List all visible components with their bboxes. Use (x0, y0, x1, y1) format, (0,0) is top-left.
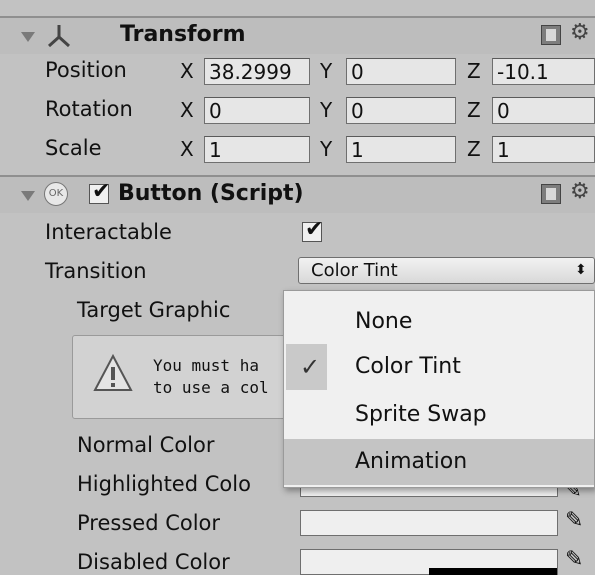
disabled-color-field[interactable] (300, 549, 558, 575)
position-label: Position (45, 58, 127, 82)
axis-z-label[interactable]: Z (467, 137, 481, 161)
axis-z-label[interactable]: Z (467, 98, 481, 122)
eyedropper-icon[interactable]: ✎ (565, 508, 583, 533)
button-script-header[interactable]: OK ✔ Button (Script) ⚙ (0, 175, 595, 213)
transform-header[interactable]: Transform ⚙ (0, 16, 595, 54)
button-script-title: Button (Script) (118, 181, 304, 206)
component-enabled-checkbox[interactable]: ✔ (89, 179, 110, 204)
rotation-x-field[interactable]: 0 (204, 97, 310, 124)
foldout-arrow-icon[interactable] (21, 32, 35, 42)
rotation-y-field[interactable]: 0 (346, 97, 456, 124)
warning-icon (93, 354, 133, 391)
menu-item-none[interactable]: None (284, 299, 594, 345)
dropdown-arrows-icon: ⬍ (575, 262, 587, 278)
eyedropper-icon[interactable]: ✎ (565, 547, 583, 572)
position-x-field[interactable]: 38.2999 (204, 58, 310, 85)
scale-label: Scale (45, 136, 102, 160)
help-book-icon[interactable] (541, 25, 561, 45)
help-text-line2: to use a col (153, 378, 269, 397)
axis-y-label[interactable]: Y (320, 59, 332, 83)
highlighted-color-label: Highlighted Colo (77, 472, 251, 496)
checkmark-icon: ✔ (305, 217, 324, 242)
axis-y-label[interactable]: Y (320, 137, 332, 161)
transition-menu: None ✓ Color Tint Sprite Swap Animation (283, 290, 595, 488)
transition-dropdown[interactable]: Color Tint ⬍ (298, 257, 595, 284)
menu-item-animation[interactable]: Animation (284, 439, 594, 485)
foldout-arrow-icon[interactable] (21, 191, 35, 201)
help-text-line1: You must ha (153, 356, 259, 375)
checkmark-icon: ✓ (300, 353, 321, 381)
interactable-label: Interactable (45, 220, 172, 244)
pressed-color-label: Pressed Color (77, 511, 221, 535)
ok-button-icon: OK (44, 182, 68, 206)
scale-x-field[interactable]: 1 (204, 136, 310, 163)
menu-item-sprite-swap[interactable]: Sprite Swap (284, 392, 594, 438)
help-book-icon[interactable] (541, 184, 561, 204)
disabled-color-label: Disabled Color (77, 550, 230, 574)
transition-label: Transition (45, 259, 147, 283)
help-box: You must ha to use a col (72, 335, 304, 419)
interactable-checkbox[interactable]: ✔ (302, 217, 323, 242)
position-y-field[interactable]: 0 (346, 58, 456, 85)
rotation-label: Rotation (45, 97, 133, 121)
normal-color-label: Normal Color (77, 433, 215, 457)
transform-title: Transform (120, 22, 246, 47)
axis-z-label[interactable]: Z (467, 59, 481, 83)
menu-item-color-tint[interactable]: ✓ Color Tint (284, 344, 594, 390)
scale-z-field[interactable]: 1 (492, 136, 595, 163)
axis-y-label[interactable]: Y (320, 98, 332, 122)
pressed-color-field[interactable] (300, 510, 558, 536)
scale-y-field[interactable]: 1 (346, 136, 456, 163)
gear-icon[interactable]: ⚙ (570, 20, 590, 45)
axis-x-label[interactable]: X (180, 137, 194, 161)
transition-dropdown-value: Color Tint (311, 260, 398, 281)
position-z-field[interactable]: -10.1 (492, 58, 595, 85)
rotation-z-field[interactable]: 0 (492, 97, 595, 124)
axis-x-label[interactable]: X (180, 98, 194, 122)
target-graphic-label: Target Graphic (77, 298, 231, 322)
axis-x-label[interactable]: X (180, 59, 194, 83)
checkmark-icon: ✔ (92, 179, 111, 204)
gear-icon[interactable]: ⚙ (570, 179, 590, 204)
transform-icon (47, 25, 71, 48)
